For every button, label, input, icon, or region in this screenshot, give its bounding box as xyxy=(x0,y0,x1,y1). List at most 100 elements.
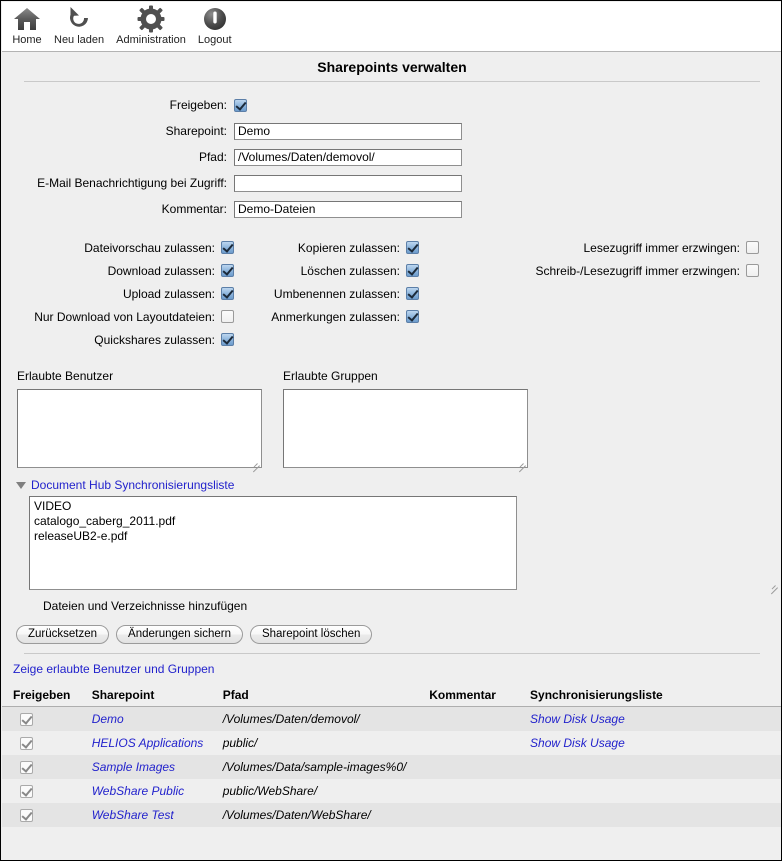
power-icon xyxy=(200,4,230,34)
input-sharepoint[interactable] xyxy=(234,122,462,140)
sync-list-caption: Dateien und Verzeichnisse hinzufügen xyxy=(43,599,248,613)
label-freigeben: Freigeben: xyxy=(169,98,227,112)
checkbox-kopieren-zulassen[interactable] xyxy=(406,241,419,254)
checkbox-lesezugriff-erzwingen[interactable] xyxy=(746,241,759,254)
permission-umbenennen: Umbenennen zulassen: xyxy=(234,287,419,301)
toolbar-label-home: Home xyxy=(12,34,42,46)
allowed-groups-textarea[interactable] xyxy=(283,389,528,468)
permission-label: Dateivorschau zulassen: xyxy=(84,240,215,255)
checkbox-nur-download-layoutdateien[interactable] xyxy=(221,310,234,323)
permission-row: Upload zulassen: Umbenennen zulassen: xyxy=(2,282,781,305)
sharepoint-link[interactable]: HELIOS Applications xyxy=(92,736,204,750)
application-window: Home Neu laden Administration Logout Sha… xyxy=(0,0,782,861)
save-changes-button[interactable]: Änderungen sichern xyxy=(116,625,243,644)
checkbox-umbenennen-zulassen[interactable] xyxy=(406,287,419,300)
checkbox-anmerkungen-zulassen[interactable] xyxy=(406,310,419,323)
chevron-down-icon xyxy=(16,481,26,489)
sync-list-wrapper xyxy=(16,496,781,595)
content-area: Sharepoints verwalten Freigeben: Sharepo… xyxy=(2,52,781,859)
label-sharepoint: Sharepoint: xyxy=(165,124,227,138)
checkbox-download-zulassen[interactable] xyxy=(221,264,234,277)
reload-icon xyxy=(64,4,94,34)
toolbar-label-logout: Logout xyxy=(197,34,232,46)
form-row-freigeben: Freigeben: xyxy=(2,96,781,114)
permission-kopieren: Kopieren zulassen: xyxy=(234,241,419,255)
sharepoint-form: Freigeben: Sharepoint: Pfad: E-Mail Bena… xyxy=(2,96,781,218)
label-pfad: Pfad: xyxy=(198,150,227,164)
allowed-groups-column: Erlaubte Gruppen xyxy=(283,369,528,473)
page-title: Sharepoints verwalten xyxy=(317,59,467,75)
allowed-users-heading: Erlaubte Benutzer xyxy=(17,369,114,383)
show-allowed-users-groups-link[interactable]: Zeige erlaubte Benutzer und Gruppen xyxy=(2,662,214,676)
permission-row: Quickshares zulassen: xyxy=(2,328,781,351)
table-header-row: Freigeben Sharepoint Pfad Kommentar Sync… xyxy=(2,688,781,707)
row-synclist-cell: Show Disk Usage xyxy=(530,731,781,755)
table-row: WebShare Public public/WebShare/ xyxy=(2,779,781,803)
permission-dateivorschau: Dateivorschau zulassen: xyxy=(2,241,234,255)
sharepoint-link[interactable]: WebShare Public xyxy=(92,784,185,798)
row-synclist-cell xyxy=(530,803,781,827)
row-sharepoint-cell: WebShare Public xyxy=(91,779,223,803)
checkbox-row-freigeben[interactable] xyxy=(20,737,33,751)
row-synclist-cell: Show Disk Usage xyxy=(530,706,781,731)
allowed-users-textarea[interactable] xyxy=(17,389,262,468)
row-share-cell xyxy=(2,779,92,803)
row-path-cell: /Volumes/Daten/demovol/ xyxy=(222,706,430,731)
checkbox-schreib-lesezugriff-erzwingen[interactable] xyxy=(746,264,759,277)
permission-nur-download-layout: Nur Download von Layoutdateien: xyxy=(2,310,234,324)
input-kommentar[interactable] xyxy=(234,200,462,218)
form-row-email: E-Mail Benachrichtigung bei Zugriff: xyxy=(2,174,781,192)
checkbox-quickshares-zulassen[interactable] xyxy=(221,333,234,346)
row-synclist-cell xyxy=(530,779,781,803)
toolbar-button-logout[interactable]: Logout xyxy=(192,2,238,47)
permission-label: Download zulassen: xyxy=(107,263,215,278)
permission-row: Dateivorschau zulassen: Kopieren zulasse… xyxy=(2,236,781,259)
form-row-sharepoint: Sharepoint: xyxy=(2,122,781,140)
row-share-cell xyxy=(2,731,92,755)
show-disk-usage-link[interactable]: Show Disk Usage xyxy=(530,712,625,726)
permission-label: Quickshares zulassen: xyxy=(94,332,215,347)
checkbox-dateivorschau-zulassen[interactable] xyxy=(221,241,234,254)
table-row: Demo /Volumes/Daten/demovol/ Show Disk U… xyxy=(2,706,781,731)
sharepoint-link[interactable]: WebShare Test xyxy=(92,808,174,822)
row-sharepoint-cell: Demo xyxy=(91,706,223,731)
row-path-cell: public/WebShare/ xyxy=(222,779,430,803)
permission-label: Nur Download von Layoutdateien: xyxy=(34,309,215,324)
toolbar-button-home[interactable]: Home xyxy=(6,2,48,47)
row-synclist-cell xyxy=(530,755,781,779)
document-hub-link[interactable]: Document Hub Synchronisierungsliste xyxy=(31,478,234,492)
row-sharepoint-cell: HELIOS Applications xyxy=(91,731,223,755)
permission-schreib-lesezugriff: Schreib-/Lesezugriff immer erzwingen: xyxy=(419,264,759,278)
permission-label: Löschen zulassen: xyxy=(300,263,400,278)
reset-button[interactable]: Zurücksetzen xyxy=(16,625,110,644)
checkbox-row-freigeben[interactable] xyxy=(20,713,33,727)
row-comment-cell xyxy=(429,779,531,803)
document-hub-disclosure[interactable]: Document Hub Synchronisierungsliste xyxy=(16,478,234,492)
toolbar-button-administration[interactable]: Administration xyxy=(110,2,192,47)
input-email-notification[interactable] xyxy=(234,174,462,192)
permission-loeschen: Löschen zulassen: xyxy=(234,264,419,278)
sharepoint-link[interactable]: Demo xyxy=(92,712,124,726)
delete-sharepoint-button[interactable]: Sharepoint löschen xyxy=(249,625,373,644)
show-disk-usage-link[interactable]: Show Disk Usage xyxy=(530,736,625,750)
checkbox-row-freigeben[interactable] xyxy=(20,785,33,799)
checkbox-upload-zulassen[interactable] xyxy=(221,287,234,300)
resize-grip-icon xyxy=(769,579,778,595)
column-header-pfad: Pfad xyxy=(222,688,430,707)
input-pfad[interactable] xyxy=(234,148,462,166)
sync-list-textarea[interactable] xyxy=(29,496,517,590)
checkbox-freigeben[interactable] xyxy=(234,98,247,112)
allowed-groups-heading: Erlaubte Gruppen xyxy=(283,369,378,383)
sharepoint-link[interactable]: Sample Images xyxy=(92,760,175,774)
checkbox-row-freigeben[interactable] xyxy=(20,809,33,823)
form-action-buttons: Zurücksetzen Änderungen sichern Sharepoi… xyxy=(2,625,781,644)
permission-label: Kopieren zulassen: xyxy=(297,240,400,255)
toolbar-button-reload[interactable]: Neu laden xyxy=(48,2,110,47)
row-sharepoint-cell: Sample Images xyxy=(91,755,223,779)
document-hub-section: Document Hub Synchronisierungsliste Date… xyxy=(2,478,781,613)
form-row-kommentar: Kommentar: xyxy=(2,200,781,218)
label-kommentar: Kommentar: xyxy=(161,202,227,216)
checkbox-loeschen-zulassen[interactable] xyxy=(406,264,419,277)
sharepoints-table: Freigeben Sharepoint Pfad Kommentar Sync… xyxy=(2,688,781,827)
checkbox-row-freigeben[interactable] xyxy=(20,761,33,775)
